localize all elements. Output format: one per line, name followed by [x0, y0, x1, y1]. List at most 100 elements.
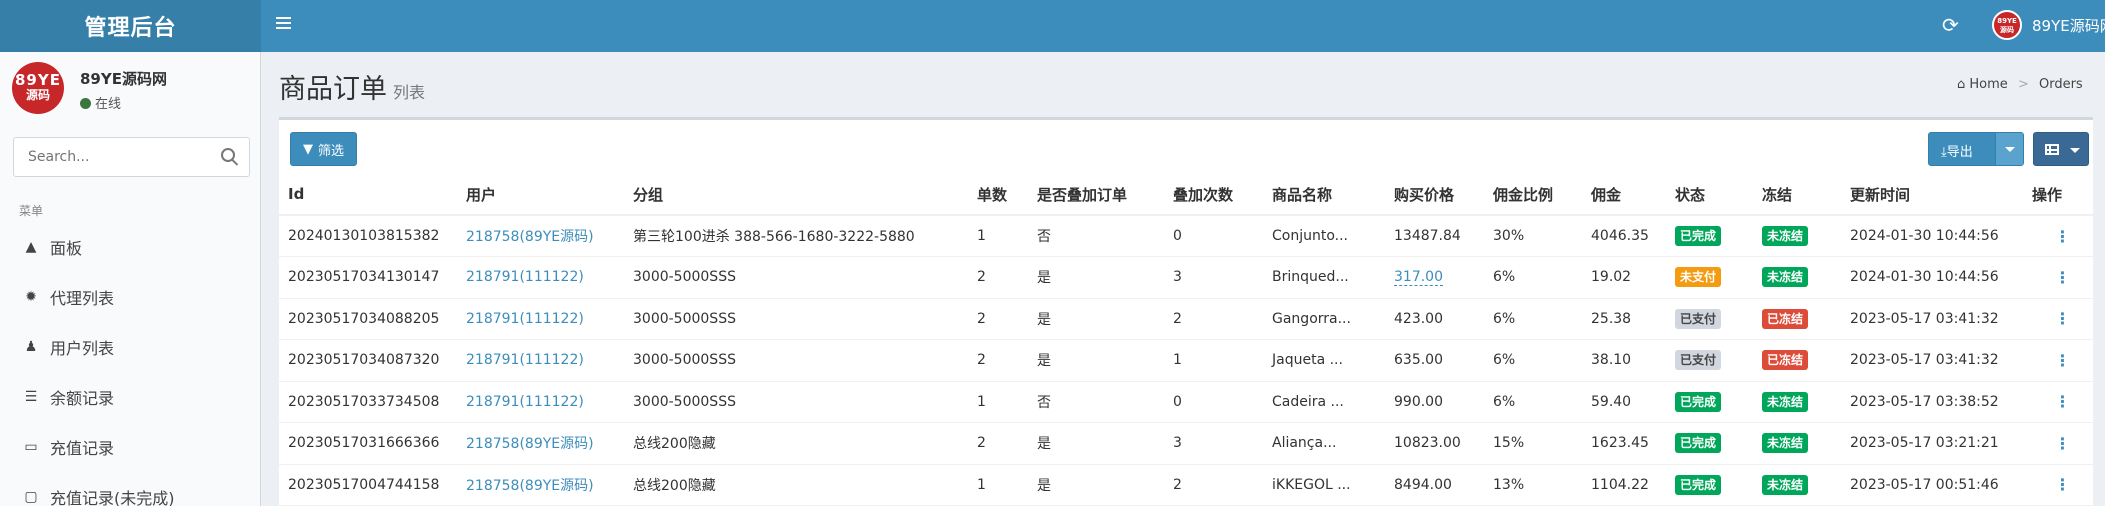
- cell-commission: 59.40: [1582, 381, 1666, 423]
- sidebar-item[interactable]: ▲ 面板: [0, 222, 260, 272]
- breadcrumb-separator: >: [2017, 77, 2029, 92]
- cell-stack-times: 0: [1164, 215, 1263, 257]
- cell-product: Aliança...: [1263, 422, 1385, 465]
- cell-user[interactable]: 218758(89YE源码): [457, 215, 624, 257]
- table-row: 20230517033734508 218791(111122) 3000-5000…: [279, 381, 2093, 423]
- search-icon[interactable]: [221, 148, 235, 162]
- frozen-badge: 未冻结: [1762, 474, 1809, 495]
- cell-id: 20230517033734508: [279, 381, 457, 423]
- avatar-text: 源码: [2000, 26, 2014, 34]
- orders-box: ▼ 筛选 ⤓导出 Id 用户 分组 单数 是否叠加订单 叠加次数 商品名称 购买价格 佣金比例佣…: [279, 117, 2093, 506]
- header-username[interactable]: 89YE源码网: [2032, 15, 2105, 36]
- chevron-down-icon: [2005, 147, 2015, 152]
- sidebar-item-label: 代理列表: [50, 289, 115, 308]
- column-header[interactable]: 购买价格: [1385, 174, 1484, 216]
- panel-user-name: 89YE源码网: [80, 70, 167, 88]
- cell-updated: 2024-01-30 10:44:56: [1841, 215, 2023, 257]
- column-header[interactable]: 更新时间: [1841, 174, 2023, 216]
- cell-user[interactable]: 218758(89YE源码): [457, 464, 624, 506]
- status-badge: 已完成: [1675, 474, 1722, 495]
- cell-updated: 2023-05-17 03:38:52: [1841, 381, 2023, 423]
- frozen-badge: 已冻结: [1762, 308, 1809, 329]
- cell-user[interactable]: 218758(89YE源码): [457, 422, 624, 465]
- column-header[interactable]: 佣金: [1582, 174, 1666, 216]
- cell-count: 2: [968, 339, 1028, 382]
- user-icon: ♟: [24, 339, 38, 355]
- cell-count: 2: [968, 422, 1028, 465]
- filter-icon: ▼: [303, 141, 313, 157]
- cell-stack-times: 2: [1164, 464, 1263, 506]
- breadcrumb-home[interactable]: Home: [1969, 77, 2007, 92]
- cell-user[interactable]: 218791(111122): [457, 381, 624, 423]
- more-vertical-icon[interactable]: ⋮: [2023, 381, 2093, 423]
- more-vertical-icon[interactable]: ⋮: [2023, 464, 2093, 506]
- cell-stack-times: 2: [1164, 298, 1263, 340]
- status-text: 在线: [95, 97, 122, 112]
- refresh-icon[interactable]: ⟳: [1942, 13, 1959, 37]
- sidebar-item[interactable]: ▭ 充值记录: [0, 422, 260, 472]
- cell-rate: 6%: [1484, 298, 1582, 340]
- table-row: 20240130103815382 218758(89YE源码) 第三轮100进杀 …: [279, 215, 2093, 257]
- cell-frozen: 未冻结: [1753, 381, 1841, 423]
- cell-group: 第三轮100进杀 388-566-1680-3222-5880: [624, 215, 968, 257]
- hamburger-icon[interactable]: [276, 14, 296, 34]
- cell-commission: 1104.22: [1582, 464, 1666, 506]
- table-body: 20240130103815382 218758(89YE源码) 第三轮100进杀 …: [279, 215, 2093, 506]
- cell-price: 317.00: [1385, 256, 1484, 299]
- sidebar-item[interactable]: ☰ 余额记录: [0, 372, 260, 422]
- cell-price: 635.00: [1385, 339, 1484, 382]
- table-row: 20230517004744158 218758(89YE源码) 总线200隐藏 1 是…: [279, 464, 2093, 506]
- cell-user[interactable]: 218791(111122): [457, 298, 624, 340]
- sidebar-item[interactable]: ♟ 用户列表: [0, 322, 260, 372]
- sidebar-item[interactable]: ✹ 代理列表: [0, 272, 260, 322]
- column-header[interactable]: 状态: [1666, 174, 1753, 216]
- cell-stacked: 是: [1028, 339, 1164, 382]
- more-vertical-icon[interactable]: ⋮: [2023, 422, 2093, 465]
- column-header[interactable]: 佣金比例: [1484, 174, 1582, 216]
- frozen-badge: 未冻结: [1762, 226, 1809, 246]
- column-header[interactable]: 用户: [457, 174, 624, 216]
- export-dropdown-toggle[interactable]: [1995, 133, 2023, 165]
- search-input[interactable]: [14, 138, 204, 176]
- avatar[interactable]: 89YE 源码: [1992, 10, 2022, 40]
- sidebar-item[interactable]: ▢ 充值记录(未完成): [0, 472, 260, 506]
- column-header[interactable]: 单数: [968, 174, 1028, 216]
- cell-product: iKKEGOL ...: [1263, 464, 1385, 506]
- column-header[interactable]: Id: [279, 174, 457, 216]
- more-vertical-icon[interactable]: ⋮: [2023, 339, 2093, 382]
- table-row: 20230517031666366 218758(89YE源码) 总线200隐藏 2 是…: [279, 422, 2093, 465]
- cell-status: 已完成: [1666, 422, 1753, 465]
- breadcrumb: ⌂ Home > Orders: [1957, 77, 2083, 92]
- cell-stack-times: 3: [1164, 422, 1263, 465]
- online-dot-icon: [80, 98, 91, 109]
- column-header[interactable]: 分组: [624, 174, 968, 216]
- more-vertical-icon[interactable]: ⋮: [2023, 298, 2093, 340]
- more-vertical-icon[interactable]: ⋮: [2023, 256, 2093, 299]
- column-header[interactable]: 操作: [2023, 174, 2093, 216]
- card-outline-icon: ▢: [24, 489, 38, 505]
- avatar-text: 89YE: [15, 71, 61, 89]
- dashboard-icon: ▲: [25, 239, 37, 255]
- cell-price: 423.00: [1385, 298, 1484, 340]
- breadcrumb-current: Orders: [2038, 77, 2083, 92]
- export-button[interactable]: ⤓导出: [1928, 132, 2024, 166]
- more-vertical-icon[interactable]: ⋮: [2023, 215, 2093, 257]
- app-logo[interactable]: 管理后台: [0, 0, 261, 52]
- editable-price[interactable]: 317.00: [1394, 269, 1443, 287]
- column-header[interactable]: 冻结: [1753, 174, 1841, 216]
- sidebar-search: [13, 137, 250, 177]
- orders-table: Id 用户 分组 单数 是否叠加订单 叠加次数 商品名称 购买价格 佣金比例 佣金 状态 冻结 更新时间…: [279, 174, 2093, 506]
- cell-commission: 4046.35: [1582, 215, 1666, 257]
- column-header[interactable]: 是否叠加订单: [1028, 174, 1164, 216]
- filter-button[interactable]: ▼ 筛选: [290, 132, 358, 166]
- column-header[interactable]: 商品名称: [1263, 174, 1385, 216]
- cell-user[interactable]: 218791(111122): [457, 256, 624, 299]
- column-header[interactable]: 叠加次数: [1164, 174, 1263, 216]
- frozen-badge: 未冻结: [1762, 433, 1809, 454]
- cell-stacked: 是: [1028, 256, 1164, 299]
- cell-user[interactable]: 218791(111122): [457, 339, 624, 382]
- columns-toggle-button[interactable]: [2033, 132, 2089, 166]
- cell-id: 20230517034130147: [279, 256, 457, 299]
- status-badge: 已完成: [1675, 226, 1722, 246]
- cell-stack-times: 0: [1164, 381, 1263, 423]
